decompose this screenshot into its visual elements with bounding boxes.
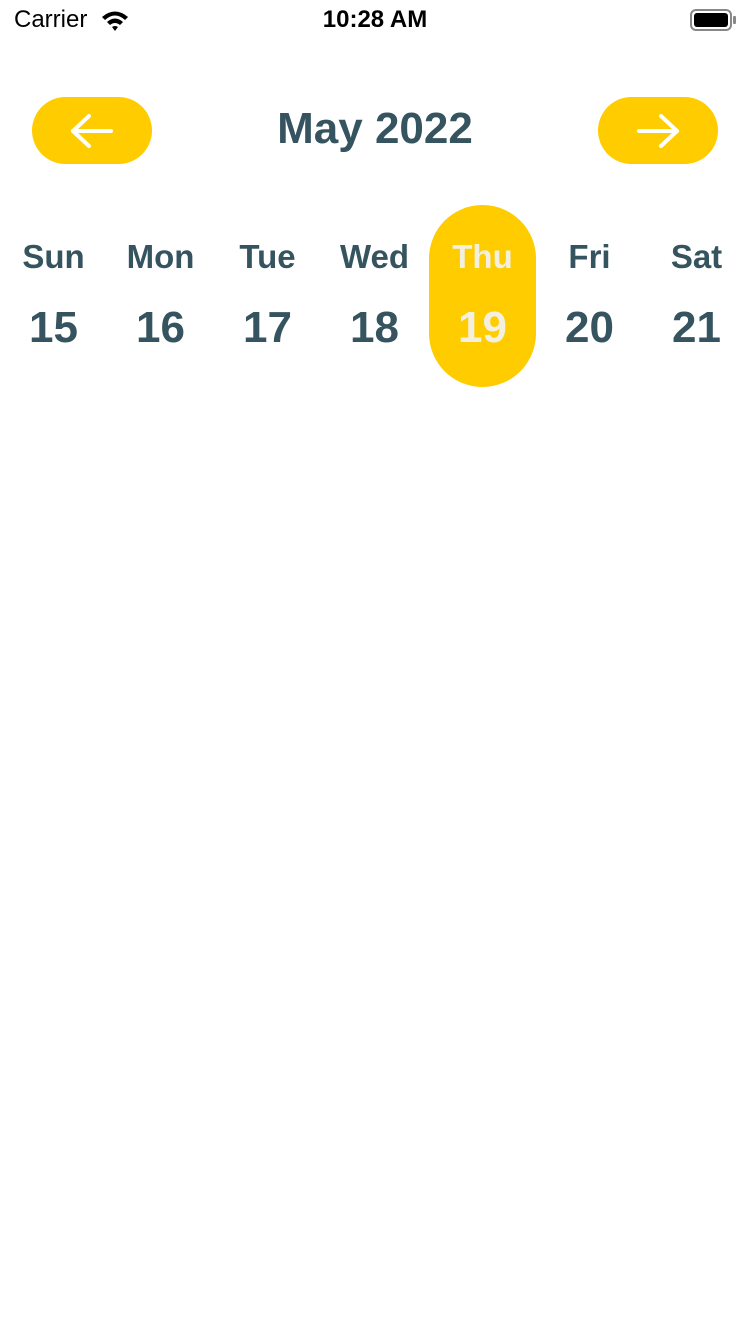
status-time: 10:28 AM xyxy=(322,6,428,33)
day-sat[interactable]: Sat 21 xyxy=(643,205,750,387)
day-number: 17 xyxy=(243,303,292,352)
day-number: 15 xyxy=(29,303,78,352)
day-name: Sat xyxy=(670,238,723,275)
day-name: Thu xyxy=(452,238,513,275)
day-number: 18 xyxy=(350,303,399,352)
day-name: Mon xyxy=(126,238,195,275)
next-week-button[interactable] xyxy=(598,97,718,164)
day-number: 19 xyxy=(458,303,507,352)
day-name: Tue xyxy=(239,238,296,275)
status-bar: Carrier 10:28 AM xyxy=(0,0,750,40)
week-strip: Sun 15 Mon 16 Tue 17 Wed 18 Thu 19 Fri 2… xyxy=(0,205,750,387)
day-fri[interactable]: Fri 20 xyxy=(536,205,643,387)
day-tue[interactable]: Tue 17 xyxy=(214,205,321,387)
day-mon[interactable]: Mon 16 xyxy=(107,205,214,387)
calendar-screen: Carrier 10:28 AM May 2022 Sun 15 Mon 16 … xyxy=(0,0,750,1334)
day-number: 16 xyxy=(136,303,185,352)
day-name: Sun xyxy=(22,238,85,275)
day-name: Wed xyxy=(339,238,410,275)
day-thu[interactable]: Thu 19 xyxy=(429,205,536,387)
day-number: 20 xyxy=(565,303,614,352)
day-wed[interactable]: Wed 18 xyxy=(321,205,428,387)
battery-icon xyxy=(690,8,736,32)
day-number: 21 xyxy=(672,303,721,352)
day-name: Fri xyxy=(568,238,611,275)
day-sun[interactable]: Sun 15 xyxy=(0,205,107,387)
arrow-right-icon xyxy=(637,113,679,148)
